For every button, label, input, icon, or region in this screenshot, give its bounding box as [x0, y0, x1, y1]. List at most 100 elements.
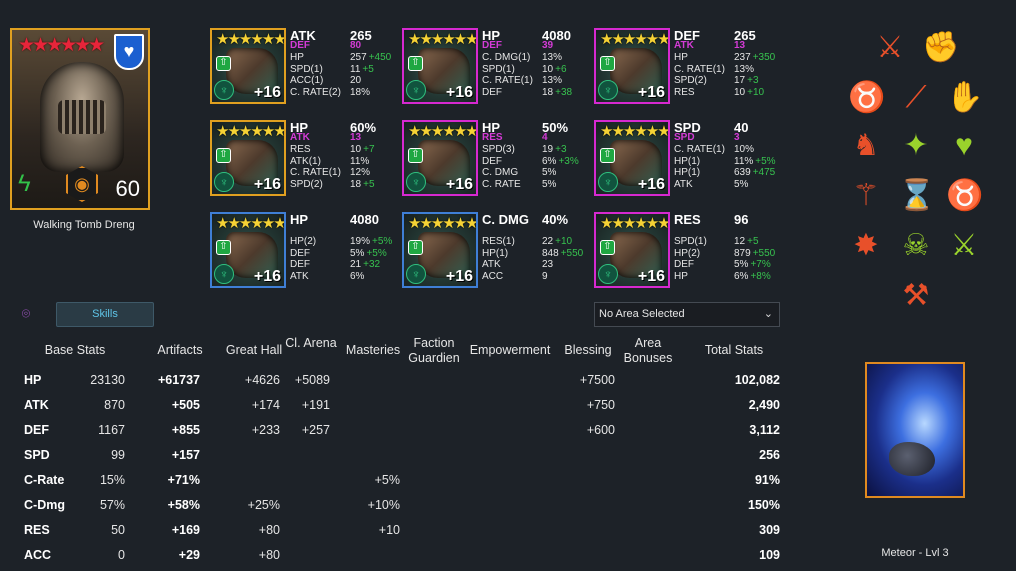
gear-thumbnail[interactable]: ★★★★★★ ⇧ ♆ +16 — [402, 28, 478, 104]
stat-masteries: +5% — [374, 473, 400, 487]
set-icon: ♆ — [598, 172, 618, 192]
stat-total: 2,490 — [748, 398, 780, 412]
substat-value: 5% — [734, 179, 748, 190]
skills-button[interactable]: Skills — [56, 302, 154, 327]
gear-level: +16 — [637, 176, 665, 193]
substat-base: 6% — [734, 270, 749, 282]
stat-label: DEF — [24, 423, 49, 437]
gear-substat-row: C. RATE(2) 18% — [290, 87, 405, 99]
gear-slot[interactable]: ★★★★★★ ⇧ ♆ +16 HP 4080 HP(2) 19% +5% DEF 5% +5% DEF 2… — [210, 212, 400, 288]
substat-bonus: +5% — [366, 247, 387, 259]
gear-slot[interactable]: ★★★★★★ ⇧ ♆ +16 HP 60% ATK 13 RES 10 +7 ATK(1) 11% C. … — [210, 120, 400, 196]
stat-total: 309 — [759, 523, 780, 537]
chevron-down-icon: ⌄ — [763, 308, 773, 320]
set-icon: ♆ — [214, 80, 234, 100]
substat-name: RES(1) — [482, 236, 515, 247]
gear-slot[interactable]: ★★★★★★ ⇧ ♆ +16 RES 96 SPD(1) 12 +5 HP(2) 879 +550 DE… — [594, 212, 784, 288]
stat-total: 91% — [754, 473, 780, 487]
set-icon: ♆ — [598, 80, 618, 100]
gear-substat-row: ATK 6% — [290, 271, 405, 283]
hero-portrait[interactable]: ★★★★★★ ♥ ϟ ◉ 60 — [10, 28, 150, 210]
substat-bonus: +550 — [560, 247, 584, 259]
table-header: Area Bonuses — [623, 336, 673, 365]
gear-slot[interactable]: ★★★★★★ ⇧ ♆ +16 ATK 265 DEF 80 HP 257 +450 SPD(1) 11 +… — [210, 28, 400, 104]
gear-substat-row: ATK 23 — [482, 259, 597, 271]
bull-icon: ♉ — [946, 179, 984, 212]
substat-bonus: +550 — [752, 247, 776, 259]
substat-name: DEF — [290, 247, 310, 259]
gear-thumbnail[interactable]: ★★★★★★ ⇧ ♆ +16 — [402, 120, 478, 196]
blessing-card[interactable] — [865, 362, 965, 498]
gear-substat-row: C. RATE(1) 10% — [674, 144, 789, 156]
gear-substat-row: HP 257 +450 — [290, 52, 405, 64]
gear-substat-row: HP(1) 848 +550 — [482, 248, 597, 260]
skull-heart-icon: ♥ — [955, 129, 973, 162]
substat-base: 879 — [734, 247, 751, 259]
substat-name: C. RATE(2) — [290, 86, 341, 98]
sword-slash-icon: ⚔ — [876, 31, 904, 64]
gear-level: +16 — [253, 84, 281, 101]
table-header: Base Stats — [44, 343, 106, 357]
gear-stars: ★★★★★★ — [600, 123, 669, 140]
substat-name: HP(1) — [674, 155, 701, 167]
gear-thumbnail[interactable]: ★★★★★★ ⇧ ♆ +16 — [594, 212, 670, 288]
gear-slot[interactable]: ★★★★★★ ⇧ ♆ +16 DEF 265 ATK 13 HP 237 +350 C. RATE(1… — [594, 28, 784, 104]
substat-base: 22 — [542, 236, 554, 247]
gear-slot[interactable]: ★★★★★★ ⇧ ♆ +16 HP 50% RES 4 SPD(3) 19 +3 DEF 6% +3% C.… — [402, 120, 592, 196]
gear-main-value: 96 — [734, 212, 749, 227]
gear-thumbnail[interactable]: ★★★★★★ ⇧ ♆ +16 — [210, 28, 286, 104]
figure-icon: ✦ — [903, 129, 929, 162]
gear-secondary-stat: DEF — [482, 40, 502, 51]
stat-label: SPD — [24, 448, 50, 462]
gear-level: +16 — [253, 176, 281, 193]
substat-base: 18 — [542, 86, 554, 98]
substat-base: 18% — [350, 86, 371, 98]
gear-slot[interactable]: ★★★★★★ ⇧ ♆ +16 SPD 40 SPD 3 C. RATE(1) 10% HP(1) 11… — [594, 120, 784, 196]
substat-base: 9 — [542, 270, 548, 282]
table-header: Total Stats — [704, 343, 764, 357]
camera-icon[interactable]: ⌾ — [16, 304, 36, 322]
gear-substat-row: RES(1) 22 +10 — [482, 236, 597, 248]
gear-thumbnail[interactable]: ★★★★★★ ⇧ ♆ +16 — [210, 212, 286, 288]
meteor-art — [889, 442, 935, 476]
gear-substats: RES 10 +7 ATK(1) 11% C. RATE(1) 12% SPD(2) 18 +5 — [290, 144, 405, 190]
gear-thumbnail[interactable]: ★★★★★★ ⇧ ♆ +16 — [210, 120, 286, 196]
gear-substat-row: HP(2) 879 +550 — [674, 248, 789, 260]
gear-substat-row: C. DMG 5% — [482, 167, 597, 179]
area-select[interactable]: No Area Selected ⌄ — [594, 302, 780, 327]
gear-slot[interactable]: ★★★★★★ ⇧ ♆ +16 HP 4080 DEF 39 C. DMG(1) 13% SPD(1)… — [402, 28, 592, 104]
substat-name: SPD(1) — [290, 63, 323, 75]
substat-bonus: +3 — [555, 144, 567, 155]
gear-substat-row: RES 10 +7 — [290, 144, 405, 156]
gear-secondary-value: 13 — [350, 132, 362, 143]
gear-main-stat: C. DMG — [482, 212, 529, 227]
substat-base: 257 — [350, 52, 367, 63]
substat-value: 13% — [734, 64, 754, 75]
gear-thumbnail[interactable]: ★★★★★★ ⇧ ♆ +16 — [594, 28, 670, 104]
stat-label: RES — [24, 523, 50, 537]
substat-name: C. RATE(1) — [674, 63, 725, 75]
gear-slot[interactable]: ★★★★★★ ⇧ ♆ +16 C. DMG 40% RES(1) 22 +10 HP(1) 848 +… — [402, 212, 592, 288]
stat-total: 3,112 — [749, 423, 780, 437]
substat-value: 5% — [542, 167, 556, 178]
substat-value: 6% — [350, 271, 364, 282]
stat-artifacts: +855 — [171, 423, 200, 437]
gear-substat-row: C. RATE(1) 13% — [674, 64, 789, 76]
substat-name: DEF — [482, 86, 502, 98]
substat-value: 22 +10 — [542, 236, 572, 247]
demon-icon: ♉ — [848, 81, 886, 114]
table-header: Blessing — [564, 343, 612, 357]
gear-thumbnail[interactable]: ★★★★★★ ⇧ ♆ +16 — [594, 120, 670, 196]
substat-value: 6% +3% — [542, 156, 579, 167]
gear-level: +16 — [445, 176, 473, 193]
table-header: Masteries — [345, 343, 401, 357]
substat-name: ATK — [482, 259, 501, 270]
stat-arena: +191 — [301, 398, 330, 412]
set-icon: ♆ — [406, 172, 426, 192]
substat-bonus: +5 — [747, 236, 759, 247]
gear-thumbnail[interactable]: ★★★★★★ ⇧ ♆ +16 — [402, 212, 478, 288]
blessing-name: Meteor - Lvl 3 — [881, 547, 949, 559]
gear-stars: ★★★★★★ — [408, 31, 477, 48]
upgrade-arrow-icon: ⇧ — [408, 56, 423, 71]
gear-substats: C. DMG(1) 13% SPD(1) 10 +6 C. RATE(1) 13% DEF 18… — [482, 52, 597, 98]
